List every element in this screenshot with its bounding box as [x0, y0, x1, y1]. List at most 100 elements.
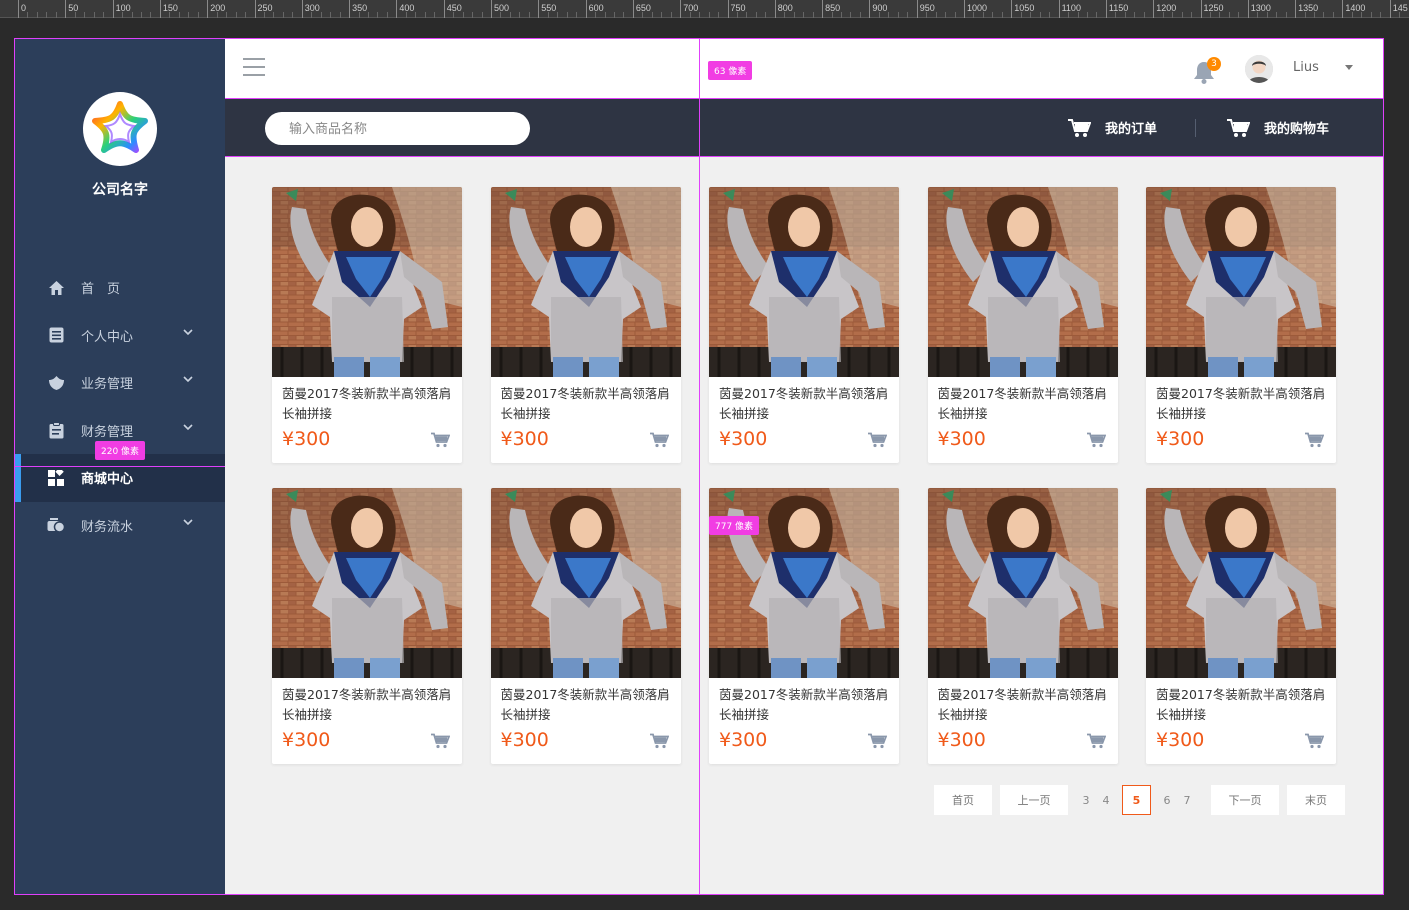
- sidebar-item-mall[interactable]: 商城中心: [15, 454, 225, 502]
- product-title[interactable]: 茵曼2017冬装新款半高领落肩长袖拼接: [928, 377, 1118, 424]
- ruler-label: 850: [825, 3, 841, 13]
- ruler-minor-tick: [897, 12, 899, 18]
- ruler-label: 350: [352, 3, 368, 13]
- product-card[interactable]: 茵曼2017冬装新款半高领落肩长袖拼接 ¥300: [1146, 488, 1336, 764]
- current-page[interactable]: 5: [1122, 785, 1151, 815]
- ruler-label: 300: [304, 3, 320, 13]
- product-card[interactable]: 茵曼2017冬装新款半高领落肩长袖拼接 ¥300: [927, 187, 1118, 463]
- product-title[interactable]: 茵曼2017冬装新款半高领落肩长袖拼接: [491, 377, 681, 424]
- product-card[interactable]: 茵曼2017冬装新款半高领落肩长袖拼接 ¥300: [927, 488, 1118, 764]
- ruler-minor-tick: [1285, 12, 1287, 18]
- next-page-button[interactable]: 下一页: [1211, 785, 1279, 815]
- add-to-cart-icon[interactable]: [649, 432, 669, 448]
- ruler-minor-tick: [1039, 12, 1041, 18]
- product-title[interactable]: 茵曼2017冬装新款半高领落肩长袖拼接: [709, 678, 899, 725]
- business-icon: [47, 374, 65, 392]
- page-number[interactable]: 7: [1177, 785, 1197, 815]
- product-photo[interactable]: [272, 187, 462, 377]
- last-page-button[interactable]: 末页: [1287, 785, 1345, 815]
- product-card[interactable]: 茵曼2017冬装新款半高领落肩长袖拼接 ¥300: [1146, 187, 1336, 463]
- cart-icon: [1227, 118, 1250, 137]
- ruler-minor-tick: [424, 12, 426, 18]
- ruler-minor-tick: [405, 12, 407, 18]
- ruler-minor-tick: [1314, 12, 1316, 18]
- product-photo[interactable]: [272, 488, 462, 678]
- add-to-cart-icon[interactable]: [1086, 432, 1106, 448]
- username[interactable]: Lius: [1293, 60, 1319, 75]
- ruler-minor-tick: [736, 12, 738, 18]
- product-footer: ¥300: [928, 725, 1118, 761]
- ruler-minor-tick: [1096, 12, 1098, 18]
- my-cart-link[interactable]: 我的购物车: [1226, 99, 1329, 156]
- product-photo[interactable]: [1146, 187, 1336, 377]
- ruler-label: 450: [446, 3, 462, 13]
- company-logo[interactable]: [83, 92, 157, 166]
- product-title[interactable]: 茵曼2017冬装新款半高领落肩长袖拼接: [491, 678, 681, 725]
- ruler-label: 500: [494, 3, 510, 13]
- product-title[interactable]: 茵曼2017冬装新款半高领落肩长袖拼接: [1146, 678, 1336, 725]
- sidebar-item-home[interactable]: 首 页: [15, 264, 225, 312]
- profile-icon: [47, 326, 65, 344]
- page-number[interactable]: 3: [1076, 785, 1096, 815]
- hamburger-menu-icon[interactable]: [243, 58, 265, 76]
- add-to-cart-icon[interactable]: [1304, 432, 1324, 448]
- product-photo[interactable]: [490, 488, 681, 678]
- add-to-cart-icon[interactable]: [1304, 733, 1324, 749]
- add-to-cart-icon[interactable]: [867, 733, 887, 749]
- product-card[interactable]: 茵曼2017冬装新款半高领落肩长袖拼接 ¥300: [272, 488, 462, 764]
- product-card[interactable]: 茵曼2017冬装新款半高领落肩长袖拼接 ¥300: [709, 187, 899, 463]
- add-to-cart-icon[interactable]: [649, 733, 669, 749]
- company-name: 公司名字: [92, 182, 148, 198]
- ruler-minor-tick: [935, 12, 937, 18]
- add-to-cart-icon[interactable]: [430, 733, 450, 749]
- sidebar-item-label: 个人中心: [81, 329, 134, 345]
- product-photo[interactable]: [927, 488, 1118, 678]
- product-card[interactable]: 茵曼2017冬装新款半高领落肩长袖拼接 ¥300: [490, 488, 681, 764]
- product-photo[interactable]: [927, 187, 1118, 377]
- ruler-minor-tick: [472, 12, 474, 18]
- product-search-input[interactable]: [265, 112, 530, 145]
- ruler-label: 1050: [1014, 3, 1035, 13]
- product-image: [927, 488, 1118, 678]
- product-card[interactable]: 茵曼2017冬装新款半高领落肩长袖拼接 ¥300: [490, 187, 681, 463]
- page-number[interactable]: 4: [1096, 785, 1116, 815]
- product-title[interactable]: 茵曼2017冬装新款半高领落肩长袖拼接: [272, 377, 462, 424]
- add-to-cart-icon[interactable]: [867, 432, 887, 448]
- my-orders-link[interactable]: 我的订单: [1067, 99, 1157, 156]
- product-photo[interactable]: [709, 187, 899, 377]
- product-title[interactable]: 茵曼2017冬装新款半高领落肩长袖拼接: [272, 678, 462, 725]
- ruler-minor-tick: [604, 12, 606, 18]
- product-title[interactable]: 茵曼2017冬装新款半高领落肩长袖拼接: [928, 678, 1118, 725]
- caret-down-icon[interactable]: [1345, 65, 1353, 70]
- ruler-minor-tick: [1181, 12, 1183, 18]
- ruler-label: 100: [115, 3, 131, 13]
- clipboard-icon: [47, 421, 65, 439]
- ruler-minor-tick: [642, 12, 644, 18]
- first-page-button[interactable]: 首页: [934, 785, 992, 815]
- product-title[interactable]: 茵曼2017冬装新款半高领落肩长袖拼接: [1146, 377, 1336, 424]
- page-number[interactable]: 6: [1157, 785, 1177, 815]
- ruler-tick: [18, 0, 19, 18]
- ruler-minor-tick: [841, 12, 843, 18]
- product-photo[interactable]: [490, 187, 681, 377]
- sidebar-item-profile[interactable]: 个人中心: [15, 312, 225, 360]
- grid-icon: [47, 469, 65, 487]
- sidebar-item-finance-flow[interactable]: 财务流水: [15, 502, 225, 550]
- avatar[interactable]: [1245, 55, 1273, 83]
- ruler-tick: [916, 0, 918, 18]
- product-grid: 茵曼2017冬装新款半高领落肩长袖拼接 ¥300 茵曼2017冬装新款半高领落肩…: [272, 187, 1342, 764]
- prev-page-button[interactable]: 上一页: [1000, 785, 1068, 815]
- product-card[interactable]: 茵曼2017冬装新款半高领落肩长袖拼接 ¥300: [272, 187, 462, 463]
- sidebar-item-business[interactable]: 业务管理: [15, 359, 225, 407]
- ruler-minor-tick: [1257, 12, 1259, 18]
- product-title[interactable]: 茵曼2017冬装新款半高领落肩长袖拼接: [709, 377, 899, 424]
- ruler-minor-tick: [169, 12, 171, 18]
- product-photo[interactable]: [1146, 488, 1336, 678]
- add-to-cart-icon[interactable]: [430, 432, 450, 448]
- ruler-minor-tick: [292, 12, 294, 18]
- ruler-minor-tick: [1228, 12, 1230, 18]
- ruler-tick: [159, 0, 161, 18]
- ruler-minor-tick: [1143, 12, 1145, 18]
- add-to-cart-icon[interactable]: [1086, 733, 1106, 749]
- sidebar-item-label: 业务管理: [81, 377, 134, 393]
